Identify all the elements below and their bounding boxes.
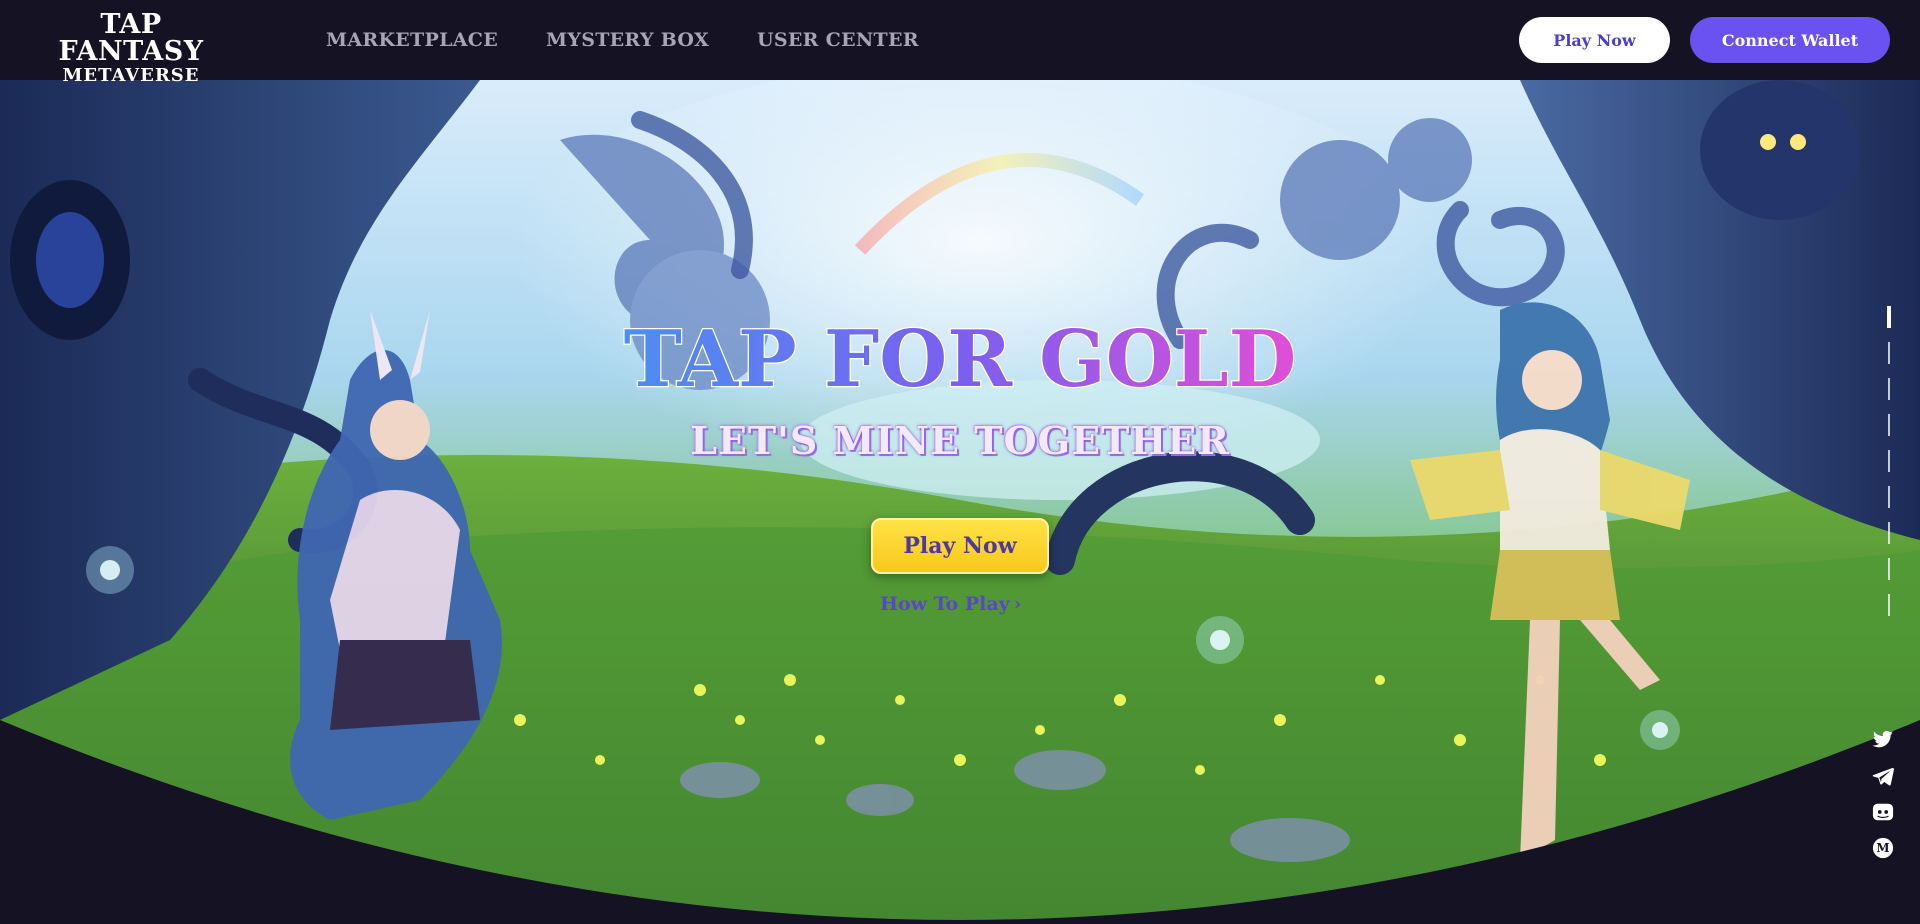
section-indicator-item[interactable] <box>1888 450 1890 472</box>
section-indicator <box>1886 306 1892 616</box>
hero-subtitle: LET'S MINE TOGETHER <box>690 418 1230 463</box>
nav-user-center[interactable]: USER CENTER <box>757 29 919 51</box>
hero-play-now-button[interactable]: Play Now <box>871 518 1049 574</box>
section-indicator-item[interactable] <box>1888 558 1890 580</box>
nav-marketplace[interactable]: MARKETPLACE <box>326 29 498 51</box>
chevron-right-icon: › <box>1013 593 1022 615</box>
logo[interactable]: TAP FANTASY METAVERSE <box>28 11 234 85</box>
main-nav: MARKETPLACE MYSTERY BOX USER CENTER <box>326 0 919 80</box>
nav-mystery-box[interactable]: MYSTERY BOX <box>546 29 709 51</box>
section-indicator-item[interactable] <box>1888 378 1890 400</box>
discord-icon[interactable] <box>1871 800 1895 824</box>
medium-icon[interactable]: M <box>1871 836 1895 860</box>
logo-subtitle: METAVERSE <box>62 65 200 86</box>
hero-background-illustration <box>0 80 1920 924</box>
logo-title: TAP FANTASY <box>58 9 204 67</box>
top-navbar: TAP FANTASY METAVERSE MARKETPLACE MYSTER… <box>0 0 1920 85</box>
hero-title-wrap: TAP FOR GOLD <box>0 308 1920 404</box>
how-to-play-label: How To Play <box>880 593 1010 615</box>
section-indicator-item[interactable] <box>1888 522 1890 544</box>
hero-title: TAP FOR GOLD <box>624 314 1296 404</box>
how-to-play-link[interactable]: How To Play › <box>880 593 1021 615</box>
connect-wallet-button[interactable]: Connect Wallet <box>1690 17 1890 63</box>
svg-text:M: M <box>1876 841 1889 855</box>
section-indicator-item[interactable] <box>1888 486 1890 508</box>
section-indicator-item[interactable] <box>1888 414 1890 436</box>
twitter-icon[interactable] <box>1871 728 1895 752</box>
section-indicator-item[interactable] <box>1887 306 1891 328</box>
section-indicator-item[interactable] <box>1888 594 1890 616</box>
page: TAP FANTASY METAVERSE MARKETPLACE MYSTER… <box>0 0 1920 924</box>
hero-title-graphic: TAP FOR GOLD <box>623 313 1298 404</box>
social-links: M <box>1870 728 1896 860</box>
telegram-icon[interactable] <box>1871 764 1895 788</box>
hero-section: TAP FOR GOLD LET'S MINE TOGETHER Play No… <box>0 80 1920 924</box>
section-indicator-item[interactable] <box>1888 342 1890 364</box>
header-play-now-button[interactable]: Play Now <box>1519 17 1670 63</box>
